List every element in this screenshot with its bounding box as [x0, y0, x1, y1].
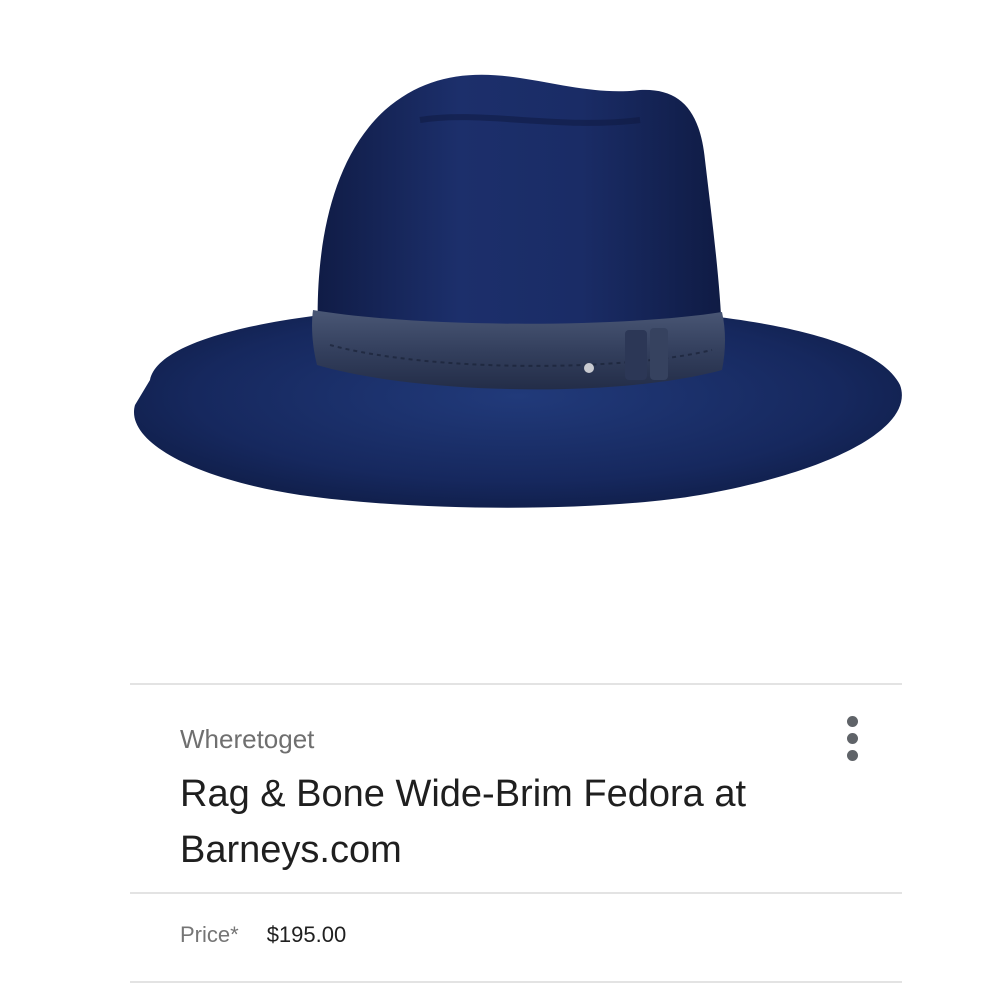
- more-options-button[interactable]: [830, 712, 874, 764]
- hat-crown: [317, 74, 722, 351]
- divider-middle: [130, 892, 902, 894]
- product-card-page: Wheretoget Rag & Bone Wide-Brim Fedora a…: [0, 0, 1000, 1000]
- product-title[interactable]: Rag & Bone Wide-Brim Fedora at Barneys.c…: [180, 766, 800, 878]
- product-image[interactable]: [0, 0, 1000, 660]
- divider-bottom: [130, 981, 902, 983]
- divider-top: [130, 683, 902, 685]
- band-stud: [584, 363, 594, 373]
- source-label: Wheretoget: [180, 724, 315, 754]
- fedora-hat-illustration: [133, 74, 902, 508]
- more-vert-icon: [846, 715, 858, 727]
- price-value: $195.00: [266, 922, 347, 947]
- more-vert-icon-dot: [846, 749, 858, 761]
- price-label: Price*: [180, 922, 239, 947]
- band-knot: [625, 330, 647, 380]
- more-vert-icon-dot: [846, 732, 858, 744]
- price-row: Price* $195.00: [180, 922, 346, 948]
